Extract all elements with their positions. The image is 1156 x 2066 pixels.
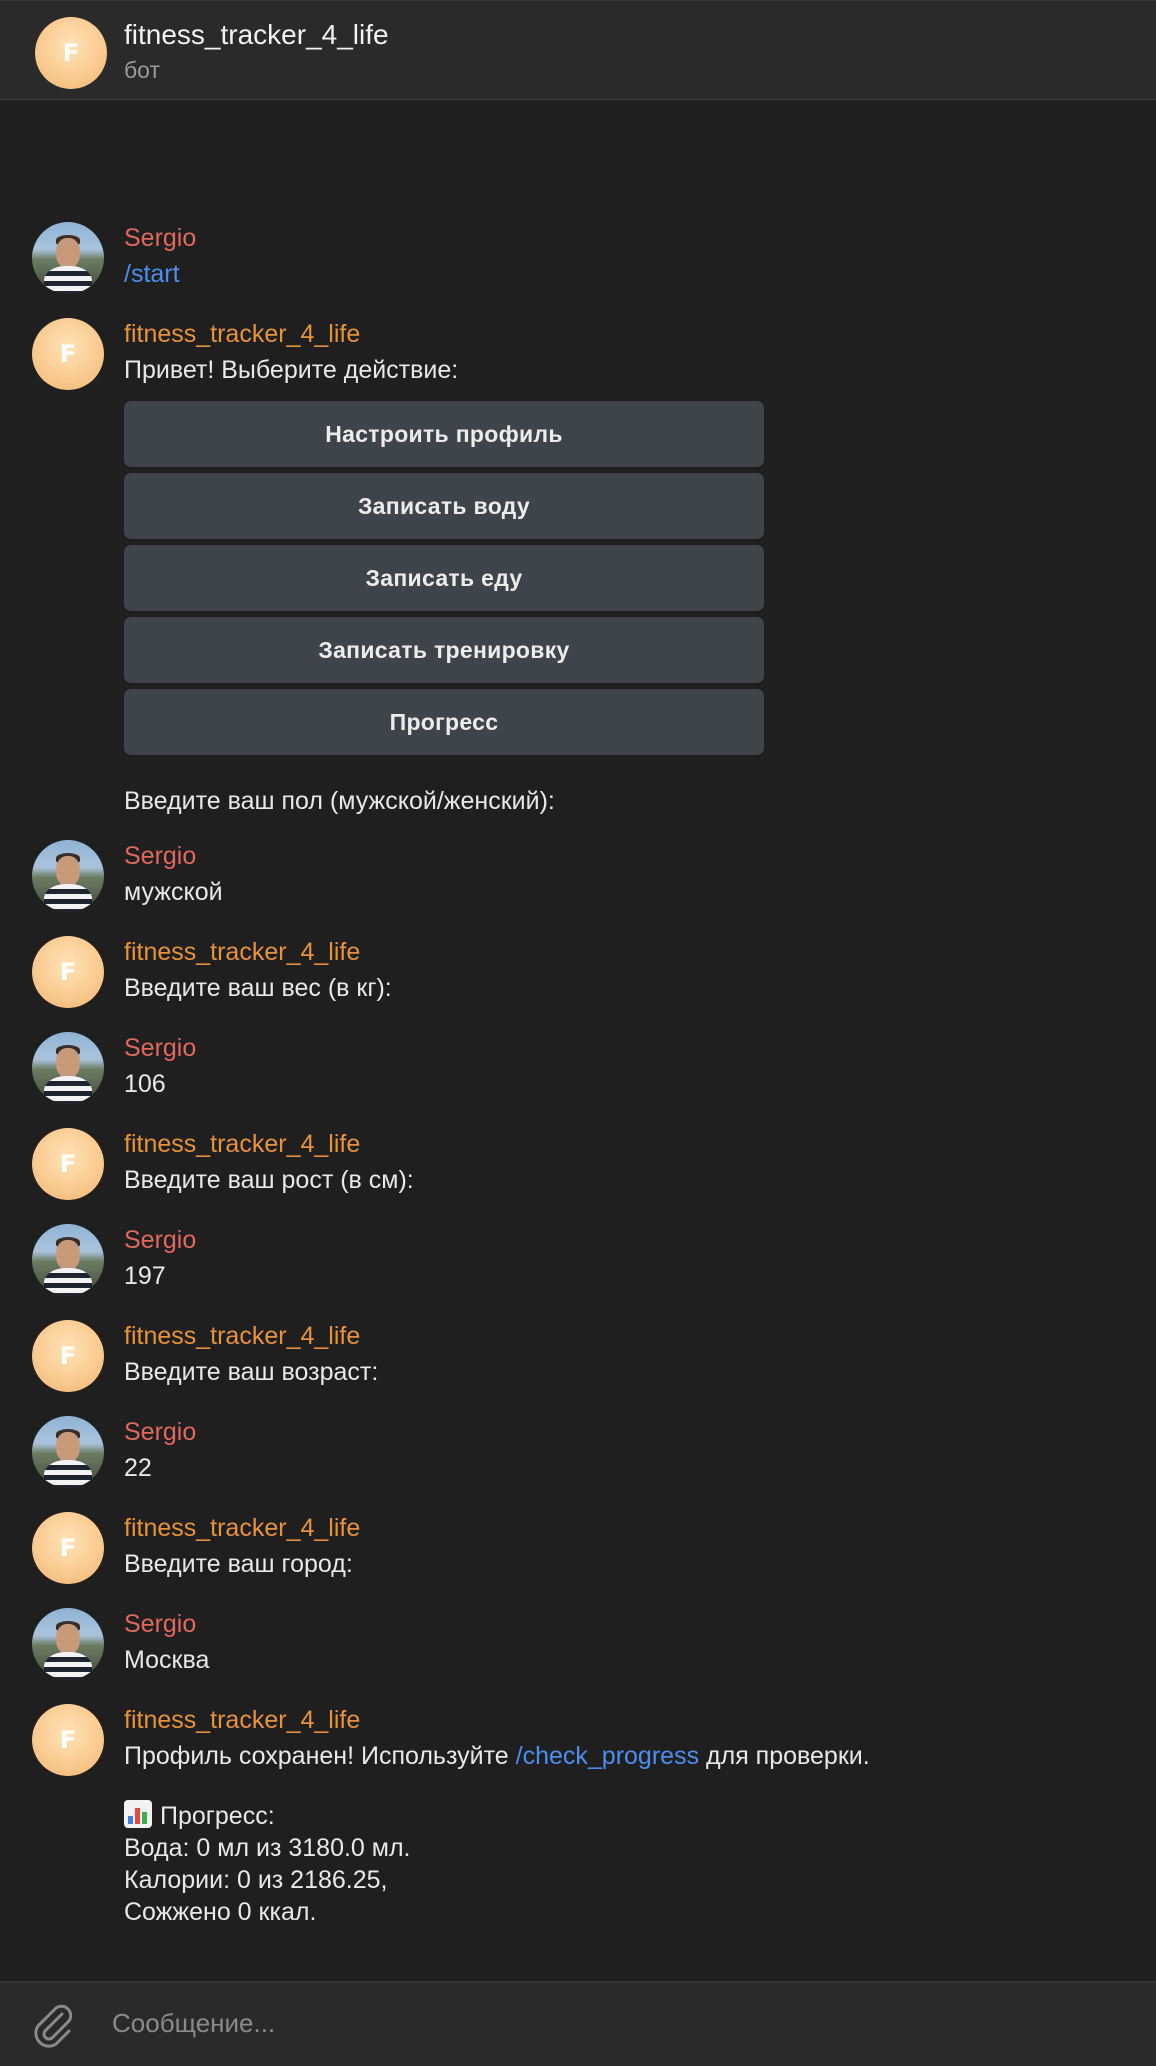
message-text: Профиль сохранен! Используйте /check_pro… [124, 1740, 870, 1772]
keyboard-button-setup-profile[interactable]: Настроить профиль [124, 401, 764, 467]
avatar-letter: F [59, 1150, 77, 1178]
progress-title-line: Прогресс: [124, 1800, 275, 1832]
command-link[interactable]: /start [124, 258, 180, 290]
message-text: 197 [124, 1262, 166, 1290]
sender-name[interactable]: Sergio [124, 222, 196, 254]
bot-avatar[interactable]: F [32, 1128, 104, 1200]
message-text-part: для проверки. [699, 1742, 870, 1770]
bot-avatar[interactable]: F [32, 1320, 104, 1392]
chat-subtitle: бот [124, 57, 160, 83]
avatar-letter: F [59, 1534, 77, 1562]
avatar-letter: F [59, 958, 77, 986]
keyboard-button-progress[interactable]: Прогресс [124, 689, 764, 755]
avatar-letter: F [59, 340, 77, 368]
message-text: 22 [124, 1454, 152, 1482]
message-text: Введите ваш вес (в кг): [124, 974, 392, 1002]
avatar-letter: F [59, 1726, 77, 1754]
bot-avatar[interactable]: F [32, 936, 104, 1008]
sender-name[interactable]: fitness_tracker_4_life [124, 1320, 360, 1352]
sender-name[interactable]: Sergio [124, 1608, 196, 1640]
progress-burned: Сожжено 0 ккал. [124, 1898, 317, 1926]
user-avatar[interactable] [32, 1032, 104, 1104]
chat-title[interactable]: fitness_tracker_4_life [124, 19, 389, 51]
user-avatar[interactable] [32, 1416, 104, 1488]
user-avatar[interactable] [32, 222, 104, 294]
user-avatar[interactable] [32, 840, 104, 912]
progress-water: Вода: 0 мл из 3180.0 мл. [124, 1834, 411, 1862]
sender-name[interactable]: fitness_tracker_4_life [124, 318, 360, 350]
keyboard-button-log-food[interactable]: Записать еду [124, 545, 764, 611]
message-text: Москва [124, 1646, 210, 1674]
sender-name[interactable]: fitness_tracker_4_life [124, 1128, 360, 1160]
sender-name[interactable]: Sergio [124, 840, 196, 872]
message-text: Введите ваш возраст: [124, 1358, 379, 1386]
sender-name[interactable]: fitness_tracker_4_life [124, 936, 360, 968]
keyboard-button-log-workout[interactable]: Записать тренировку [124, 617, 764, 683]
bot-avatar[interactable]: F [32, 318, 104, 390]
progress-title: Прогресс: [160, 1802, 275, 1830]
bar-chart-icon [124, 1800, 152, 1828]
bot-avatar[interactable]: F [35, 17, 107, 89]
message-text: Введите ваш рост (в см): [124, 1166, 414, 1194]
sender-name[interactable]: Sergio [124, 1416, 196, 1448]
keyboard-button-log-water[interactable]: Записать воду [124, 473, 764, 539]
command-link[interactable]: /check_progress [516, 1742, 699, 1770]
sender-name[interactable]: fitness_tracker_4_life [124, 1704, 360, 1736]
message-input[interactable]: Сообщение... [112, 2008, 275, 2039]
paperclip-icon[interactable] [28, 2000, 78, 2050]
message-text: мужской [124, 878, 223, 906]
sender-name[interactable]: fitness_tracker_4_life [124, 1512, 360, 1544]
bot-avatar[interactable]: F [32, 1512, 104, 1584]
progress-calories: Калории: 0 из 2186.25, [124, 1866, 388, 1894]
chat-header: F fitness_tracker_4_life бот [0, 0, 1156, 100]
message-text: Привет! Выберите действие: [124, 356, 459, 384]
message-text: Введите ваш город: [124, 1550, 353, 1578]
message-composer: Сообщение... [0, 1981, 1156, 2066]
user-avatar[interactable] [32, 1224, 104, 1296]
message-text-part: Профиль сохранен! Используйте [124, 1742, 516, 1770]
avatar-letter: F [59, 1342, 77, 1370]
avatar-letter: F [62, 39, 80, 67]
sender-name[interactable]: Sergio [124, 1224, 196, 1256]
bot-avatar[interactable]: F [32, 1704, 104, 1776]
message-text: Введите ваш пол (мужской/женский): [124, 787, 555, 815]
message-text: 106 [124, 1070, 166, 1098]
sender-name[interactable]: Sergio [124, 1032, 196, 1064]
user-avatar[interactable] [32, 1608, 104, 1680]
